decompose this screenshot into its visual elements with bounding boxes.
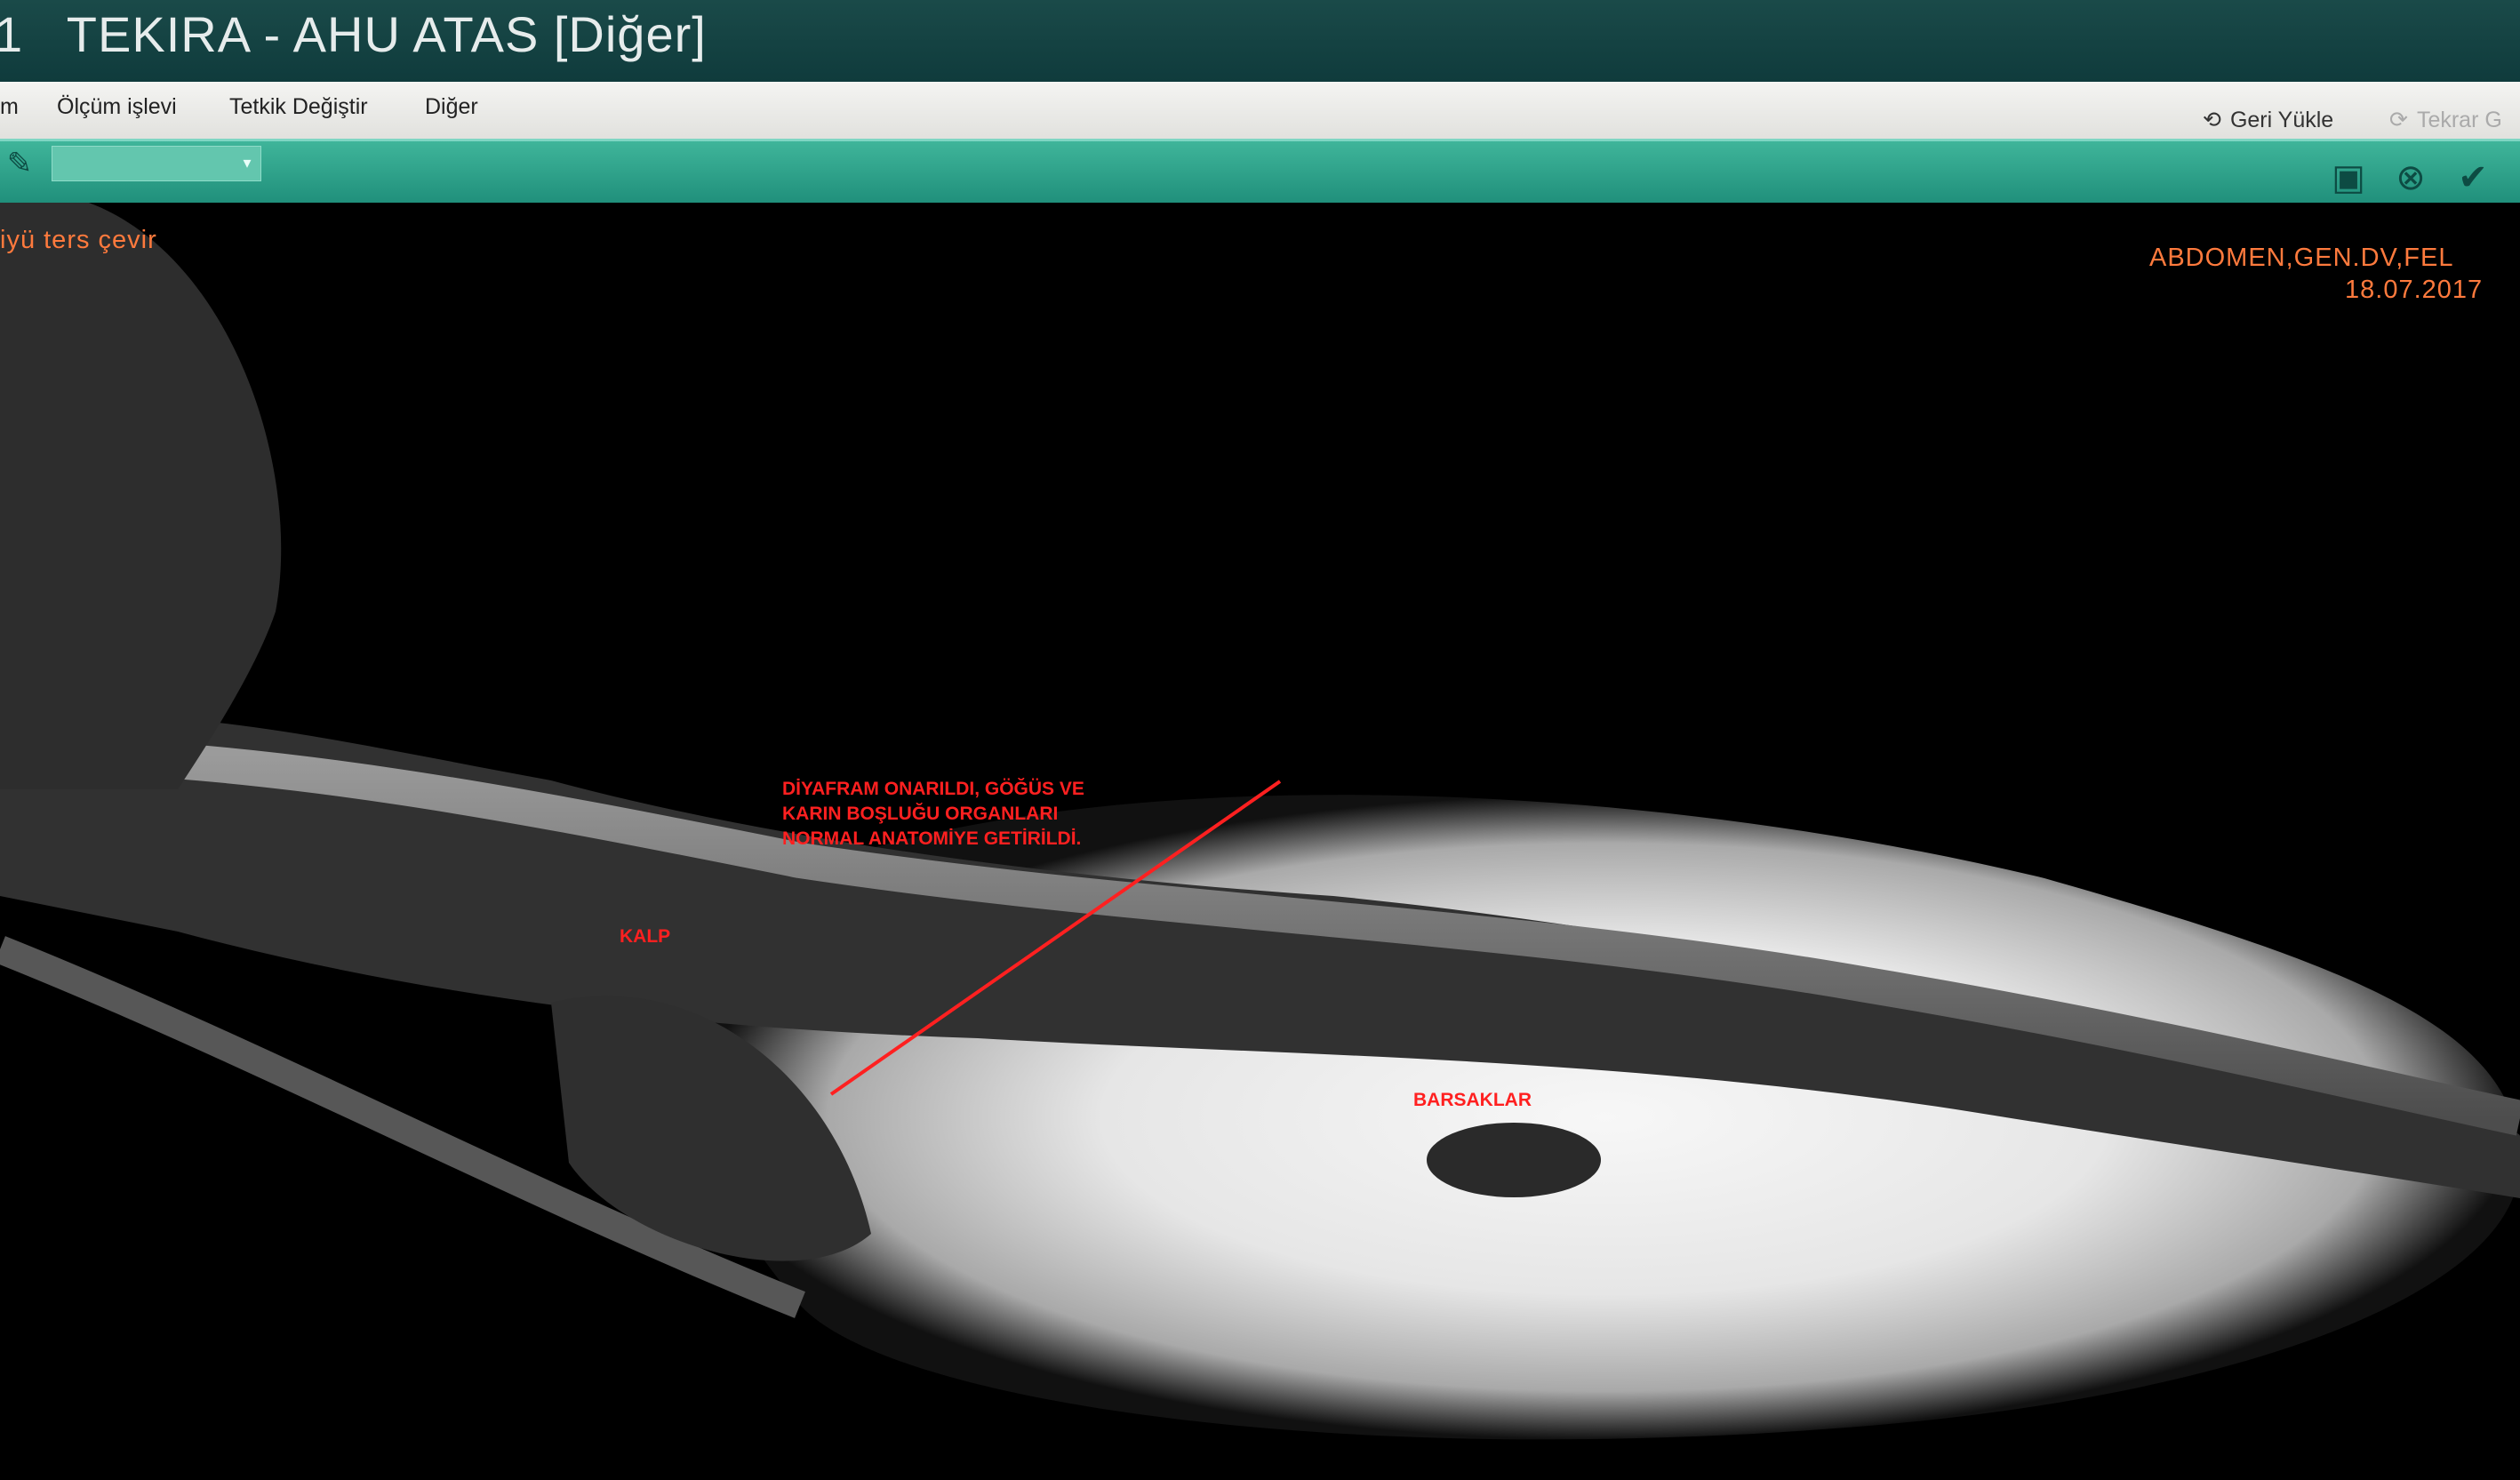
repeat-icon: ⟳ [2389, 108, 2408, 132]
xray-viewer[interactable]: iyü ters çevir ABDOMEN,GEN.DV,FEL 18.07.… [0, 203, 2520, 1480]
edit-icon[interactable]: ✎ [0, 144, 39, 183]
repeat-button[interactable]: ⟳ Tekrar G [2389, 107, 2502, 133]
confirm-icon[interactable]: ✔ [2453, 158, 2492, 197]
cancel-icon[interactable]: ⊗ [2391, 158, 2430, 197]
menu-item-view[interactable]: m [0, 94, 19, 120]
repeat-label: Tekrar G [2416, 107, 2502, 132]
chevron-down-icon: ▾ [243, 154, 252, 172]
toolbar [0, 139, 2520, 205]
save-icon[interactable]: ▣ [2329, 158, 2368, 197]
menu-item-measurement[interactable]: Ölçüm işlevi [57, 94, 177, 120]
tool-combo-box[interactable]: ▾ [52, 146, 261, 181]
window-title: 1 TEKIRA - AHU ATAS [Diğer] [0, 6, 707, 62]
reload-button[interactable]: ⟲ Geri Yükle [2203, 107, 2333, 133]
annotation-arrow-line [829, 780, 1282, 1096]
reload-label: Geri Yükle [2229, 107, 2334, 132]
title-bar: 1 TEKIRA - AHU ATAS [Diğer] [0, 0, 2520, 82]
menu-item-other[interactable]: Diğer [425, 94, 478, 120]
menu-item-change-study[interactable]: Tetkik Değiştir [229, 94, 368, 120]
reload-icon: ⟲ [2203, 108, 2221, 132]
annotation-arrow-layer [829, 780, 1282, 1096]
